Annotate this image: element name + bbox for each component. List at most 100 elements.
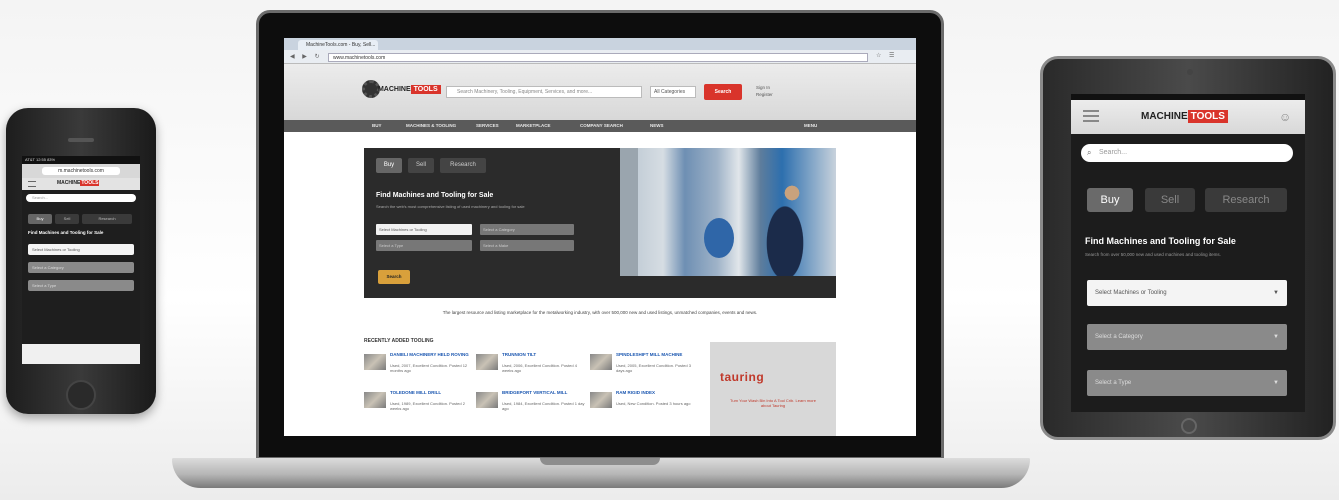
listing-details: Used, 1984, Excellent Condition. Posted … — [502, 401, 585, 411]
photo-blue-part — [704, 218, 734, 258]
menu-icon[interactable] — [28, 181, 36, 187]
site-header: MACHINE TOOLS Search Machinery, Tooling, … — [284, 64, 916, 120]
user-icon[interactable]: ☺ — [1279, 110, 1291, 124]
tab-sell[interactable]: Sell — [408, 158, 434, 173]
hero-headline: Find Machines and Tooling for Sale — [376, 192, 494, 199]
advertisement-banner[interactable]: tauring Turn Your Wash Bin Into A Tool C… — [710, 342, 836, 436]
tab-sell[interactable]: Sell — [1145, 188, 1195, 212]
smartphone-device: AT&T 12:55 83% m.machinetools.com MACHIN… — [6, 108, 156, 414]
listing-title[interactable]: TOLEDONE MILL DRILL — [390, 390, 474, 395]
tablet-app-header: MACHINE TOOLS ☺ — [1071, 100, 1305, 134]
browser-tab-strip: MachineTools.com - Buy, Sell... — [284, 38, 916, 50]
listing-title[interactable]: BRIDGEPORT VERTICAL MILL — [502, 390, 586, 395]
logo-badge: TOOLS — [1187, 110, 1228, 123]
nav-item-marketplace[interactable]: MARKETPLACE — [516, 120, 551, 132]
nav-item-services[interactable]: SERVICES — [476, 120, 499, 132]
listing-title[interactable]: DANIELI MACHINERY HELD ROVING — [390, 352, 474, 357]
logo-text: MACHINE — [57, 180, 81, 186]
sign-in-link[interactable]: Sign In — [756, 84, 773, 91]
recent-listings-title: RECENTLY ADDED TOOLING — [364, 338, 434, 344]
listing-title[interactable]: TRUNNION TILT — [502, 352, 586, 357]
chevron-down-icon: ▼ — [1273, 380, 1279, 386]
listing-title[interactable]: SPINDLESHIFT MILL MACHINE — [616, 352, 700, 357]
hero-photo-machinist — [620, 148, 836, 298]
select-type[interactable]: Select a Type — [376, 240, 472, 251]
tab-buy[interactable]: Buy — [28, 214, 52, 224]
search-button[interactable]: Search — [704, 84, 742, 100]
listing-thumbnail[interactable] — [590, 392, 612, 408]
listing-thumbnail[interactable] — [590, 354, 612, 370]
browser-menu-icons[interactable]: ☆ ☰ — [876, 52, 897, 59]
browser-url-field[interactable]: www.machinetools.com — [328, 53, 868, 62]
logo-text: MACHINE — [377, 85, 411, 93]
hero-search-panel: Buy Sell Research Find Machines and Tool… — [364, 148, 620, 298]
hero-subline: Search the web's most comprehensive list… — [376, 204, 525, 209]
site-search-input[interactable]: Search Machinery, Tooling, Equipment, Se… — [446, 86, 642, 98]
listing-thumbnail[interactable] — [476, 354, 498, 370]
list-item[interactable]: DANIELI MACHINERY HELD ROVING Used, 2007… — [364, 352, 474, 388]
browser-toolbar: ◀ ▶ ↻ www.machinetools.com ☆ ☰ — [284, 50, 916, 64]
nav-item-company-search[interactable]: COMPANY SEARCH — [580, 120, 623, 132]
search-placeholder: Search... — [1099, 149, 1128, 156]
select-type[interactable]: Select a Type — [28, 280, 134, 291]
category-select[interactable]: All Categories — [650, 86, 696, 98]
list-item[interactable]: BRIDGEPORT VERTICAL MILL Used, 1984, Exc… — [476, 390, 586, 426]
home-button[interactable] — [1181, 418, 1197, 434]
tablet-subline: Search from over 50,000 new and used mac… — [1085, 252, 1221, 257]
tab-sell[interactable]: Sell — [55, 214, 79, 224]
select-category[interactable]: Select a Category ▼ — [1087, 324, 1287, 350]
laptop-notch — [540, 458, 660, 465]
listing-thumbnail[interactable] — [476, 392, 498, 408]
search-icon: ⌕ — [1087, 148, 1092, 157]
tab-buy[interactable]: Buy — [376, 158, 402, 173]
nav-item-news[interactable]: NEWS — [650, 120, 664, 132]
phone-screen: AT&T 12:55 83% m.machinetools.com MACHIN… — [22, 156, 140, 364]
browser-tab[interactable]: MachineTools.com - Buy, Sell... — [298, 40, 378, 50]
select-label: Select a Type — [1095, 380, 1132, 386]
hero-search-button[interactable]: Search — [378, 270, 410, 284]
listing-title[interactable]: RAM RIGID INDEX — [616, 390, 700, 395]
phone-search-input[interactable]: Search... — [26, 194, 136, 202]
list-item[interactable]: TRUNNION TILT Used, 2006, Excellent Cond… — [476, 352, 586, 388]
account-links: Sign In Register — [756, 84, 773, 98]
tablet-search-input[interactable]: ⌕ Search... — [1081, 144, 1293, 162]
list-item[interactable]: RAM RIGID INDEX Used, New Condition. Pos… — [590, 390, 700, 426]
home-button[interactable] — [66, 380, 96, 410]
list-item[interactable]: SPINDLESHIFT MILL MACHINE Used, 2005, Ex… — [590, 352, 700, 388]
listing-thumbnail[interactable] — [364, 392, 386, 408]
logo-badge: TOOLS — [410, 84, 441, 94]
phone-app-header: MACHINETOOLS — [22, 178, 140, 190]
listing-details: Used, New Condition. Posted 3 hours ago — [616, 401, 691, 406]
select-label: Select Machines or Tooling — [1095, 290, 1167, 296]
select-machines[interactable]: Select Machines or Tooling — [376, 224, 472, 235]
select-category[interactable]: Select a Category — [480, 224, 574, 235]
listing-thumbnail[interactable] — [364, 354, 386, 370]
laptop-screen: MachineTools.com - Buy, Sell... ◀ ▶ ↻ ww… — [284, 38, 916, 436]
photo-table — [620, 276, 836, 298]
list-item[interactable]: TOLEDONE MILL DRILL Used, 1989, Excellen… — [364, 390, 474, 426]
listing-details: Used, 2005, Excellent Condition. Posted … — [616, 363, 691, 373]
tablet-headline: Find Machines and Tooling for Sale — [1085, 236, 1236, 246]
select-make[interactable]: Select a Make — [480, 240, 574, 251]
tab-research[interactable]: Research — [1205, 188, 1287, 212]
phone-url-field[interactable]: m.machinetools.com — [42, 167, 120, 175]
nav-item-machines[interactable]: MACHINES & TOOLING — [406, 120, 456, 132]
select-category[interactable]: Select a Category — [28, 262, 134, 273]
tab-research[interactable]: Research — [82, 214, 132, 224]
site-logo[interactable]: MACHINETOOLS — [1141, 110, 1228, 123]
site-logo[interactable]: MACHINETOOLS — [57, 180, 100, 186]
select-type[interactable]: Select a Type ▼ — [1087, 370, 1287, 396]
tab-research[interactable]: Research — [440, 158, 486, 173]
nav-item-buy[interactable]: BUY — [372, 120, 382, 132]
select-machines[interactable]: Select Machines or Tooling — [28, 244, 134, 255]
menu-icon[interactable] — [1083, 110, 1099, 122]
logo-text: MACHINE — [1141, 111, 1188, 122]
site-logo[interactable]: MACHINETOOLS — [362, 80, 441, 98]
tab-buy[interactable]: Buy — [1087, 188, 1133, 212]
nav-item-menu[interactable]: MENU — [804, 120, 817, 132]
register-link[interactable]: Register — [756, 91, 773, 98]
phone-tabs: Buy Sell Research — [28, 214, 136, 224]
phone-headline: Find Machines and Tooling for Sale — [28, 230, 104, 235]
select-machines[interactable]: Select Machines or Tooling ▼ — [1087, 280, 1287, 306]
browser-nav-buttons[interactable]: ◀ ▶ ↻ — [290, 53, 323, 60]
